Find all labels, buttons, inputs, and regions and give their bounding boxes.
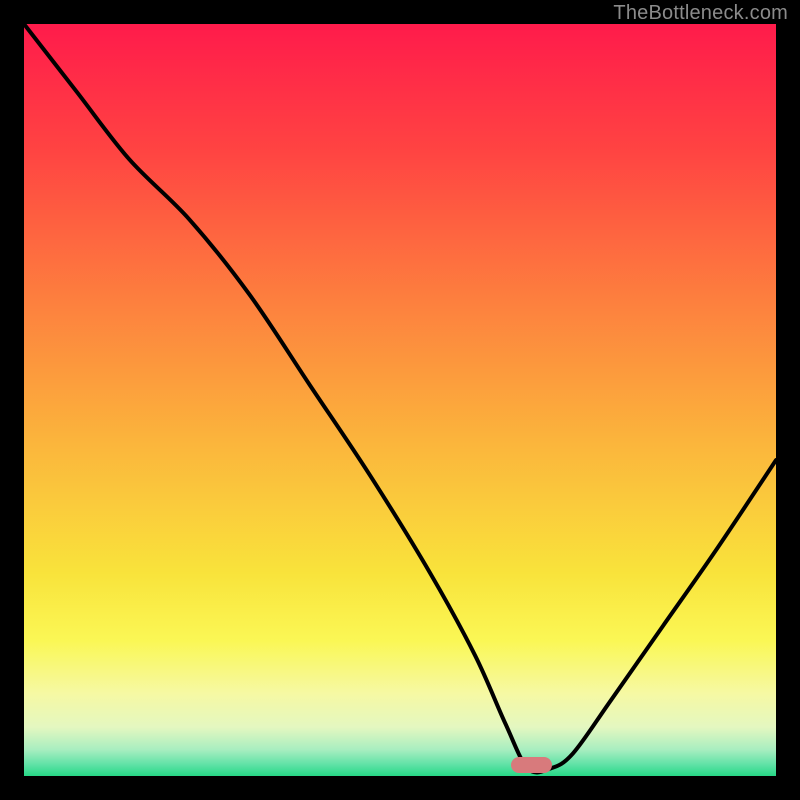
bottleneck-curve bbox=[24, 24, 776, 776]
optimal-marker bbox=[511, 757, 552, 773]
watermark-text: TheBottleneck.com bbox=[613, 2, 788, 25]
chart-frame: TheBottleneck.com bbox=[0, 0, 800, 800]
plot-area bbox=[24, 24, 776, 776]
